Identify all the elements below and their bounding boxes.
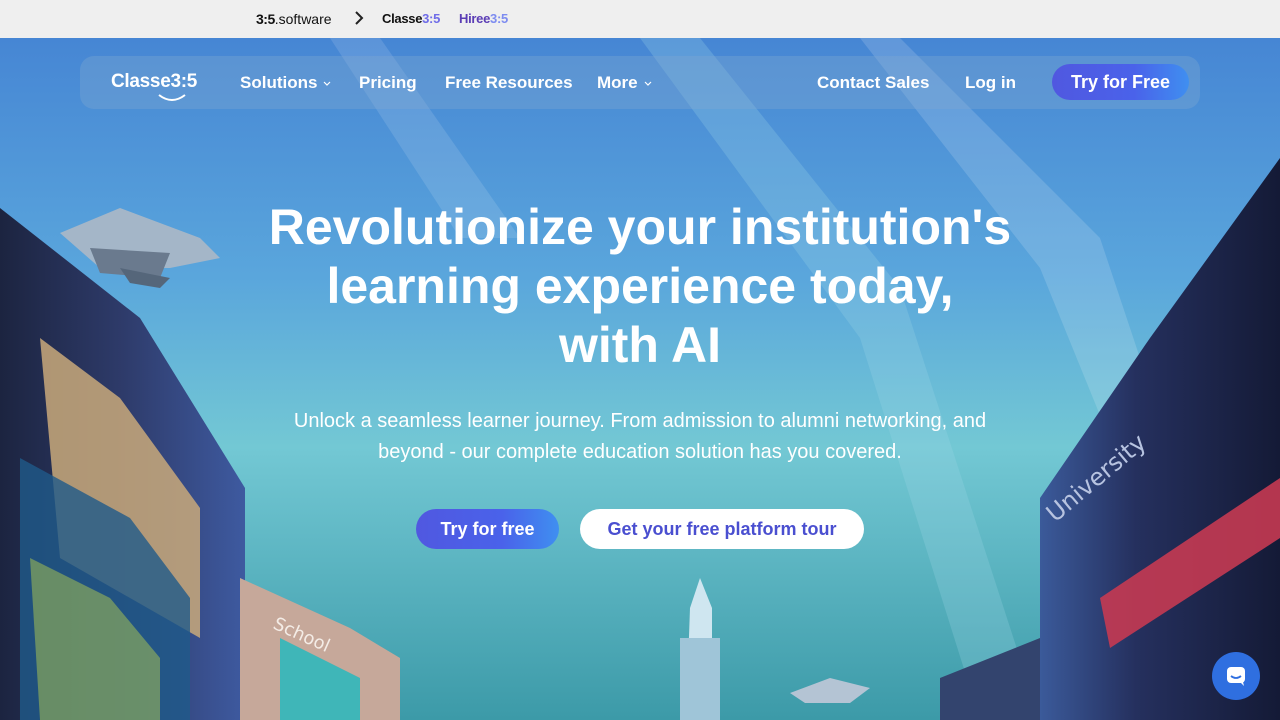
software-brand-link[interactable]: 3:5.software bbox=[256, 11, 332, 27]
logo-smile-icon bbox=[158, 94, 186, 101]
chevron-down-icon bbox=[324, 81, 331, 86]
software-brand-prefix: 3:5 bbox=[256, 11, 275, 27]
chat-bubble-icon bbox=[1227, 667, 1245, 686]
software-brand-suffix: .software bbox=[274, 11, 332, 27]
nav-free-resources[interactable]: Free Resources bbox=[445, 73, 573, 93]
nav-pricing-label: Pricing bbox=[359, 73, 417, 92]
nav-solutions[interactable]: Solutions bbox=[240, 73, 331, 93]
hero-headline: Revolutionize your institution's learnin… bbox=[240, 198, 1040, 375]
nav-pricing[interactable]: Pricing bbox=[359, 73, 417, 93]
logo-text: Classe3:5 bbox=[111, 71, 198, 92]
nav-contact-sales[interactable]: Contact Sales bbox=[817, 73, 929, 93]
platform-tour-button[interactable]: Get your free platform tour bbox=[580, 509, 864, 549]
subtitle-line-2: beyond - our complete education solution… bbox=[378, 441, 902, 463]
classe-logo[interactable]: Classe3:5 bbox=[111, 71, 198, 101]
nav-free-resources-label: Free Resources bbox=[445, 73, 573, 92]
chat-launcher-button[interactable] bbox=[1212, 652, 1260, 700]
nav-more-label: More bbox=[597, 73, 638, 92]
hero-background-illustration: School University bbox=[0, 38, 1280, 720]
headline-line-3: with AI bbox=[558, 317, 721, 373]
chevron-right-icon bbox=[355, 11, 364, 25]
hiree-brand-accent: 3:5 bbox=[490, 11, 508, 26]
nav-login[interactable]: Log in bbox=[965, 73, 1016, 93]
classe-brand-accent: 3:5 bbox=[422, 11, 441, 26]
classe-brand-link[interactable]: Classe3:5 bbox=[382, 11, 440, 26]
brand-switcher-bar: 3:5.software Classe3:5 Hiree3:5 bbox=[0, 0, 1280, 38]
try-for-free-button[interactable]: Try for Free bbox=[1052, 64, 1189, 100]
try-for-free-cta-button[interactable]: Try for free bbox=[416, 509, 559, 549]
chevron-down-icon bbox=[644, 81, 652, 86]
main-navigation: Classe3:5 Solutions Pricing Free Resourc… bbox=[80, 56, 1200, 109]
classe-brand-name: Classe bbox=[382, 11, 423, 26]
hiree-brand-link[interactable]: Hiree3:5 bbox=[459, 11, 508, 26]
hero-subtitle: Unlock a seamless learner journey. From … bbox=[260, 406, 1020, 468]
nav-more[interactable]: More bbox=[597, 73, 652, 93]
subtitle-line-1: Unlock a seamless learner journey. From … bbox=[293, 410, 987, 432]
headline-line-2: learning experience today, bbox=[326, 258, 954, 314]
nav-solutions-label: Solutions bbox=[240, 73, 318, 92]
headline-line-1: Revolutionize your institution's bbox=[268, 199, 1012, 255]
hiree-brand-name: Hiree bbox=[459, 11, 491, 26]
hero-section: School University Classe3:5 Solutions Pr… bbox=[0, 38, 1280, 720]
